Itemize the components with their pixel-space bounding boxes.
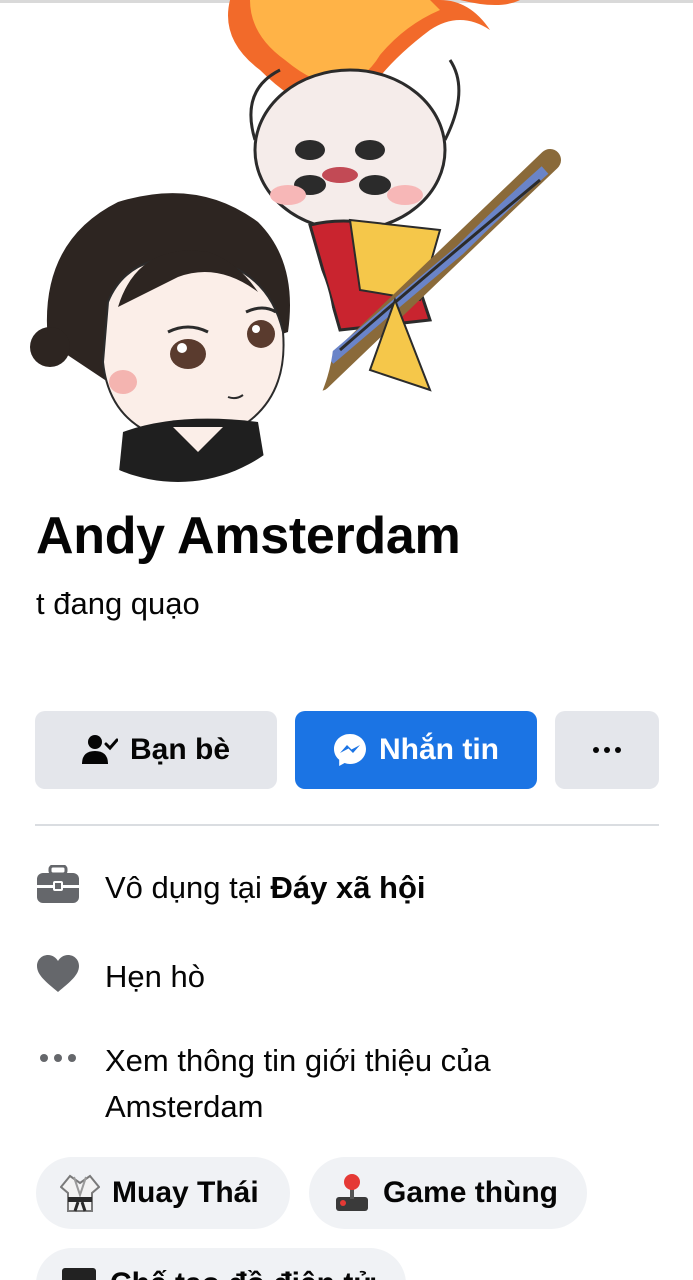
hobby-chip[interactable]: Game thùng [309,1157,587,1229]
about-info-label: Xem thông tin giới thiệu của Amsterdam [105,1043,491,1124]
dating-label: Hẹn hò [105,959,205,994]
messenger-icon [333,733,367,767]
message-button[interactable]: Nhắn tin [295,711,537,789]
work-prefix: Vô dụng tại [105,870,271,905]
hobby-chip[interactable]: Muay Thái [36,1157,290,1229]
work-info-text: Vô dụng tại Đáy xã hội [105,865,426,911]
more-horizontal-icon [35,1038,81,1078]
heart-icon [35,954,81,994]
electronics-icon [60,1264,98,1280]
hobby-label: Muay Thái [112,1176,259,1209]
profile-avatar[interactable] [28,182,328,482]
friends-button[interactable]: Bạn bè [35,711,277,789]
joystick-icon [333,1173,371,1213]
hobby-label: Chế tạo đồ điện tử [110,1267,375,1280]
profile-page: Andy Amsterdam t đang quạo Bạn bè Nhắn t… [0,0,693,1280]
profile-bio: t đang quạo [36,586,200,621]
more-options-button[interactable] [555,711,659,789]
friends-check-icon [81,734,118,766]
message-button-label: Nhắn tin [379,733,499,766]
dating-row[interactable]: Hẹn hò [35,954,205,1000]
section-divider [35,824,659,826]
work-info-row[interactable]: Vô dụng tại Đáy xã hội [35,865,426,911]
more-dots-icon [593,747,621,753]
work-place[interactable]: Đáy xã hội [270,870,425,905]
about-info-row[interactable]: Xem thông tin giới thiệu của Amsterdam [35,1038,625,1130]
avatar-illustration [28,182,328,482]
friends-button-label: Bạn bè [129,733,231,766]
martial-arts-uniform-icon [60,1173,100,1213]
hobby-label: Game thùng [383,1176,559,1209]
briefcase-icon [35,865,81,905]
profile-name: Andy Amsterdam [36,507,461,565]
hobby-chip[interactable]: Chế tạo đồ điện tử [36,1248,406,1280]
